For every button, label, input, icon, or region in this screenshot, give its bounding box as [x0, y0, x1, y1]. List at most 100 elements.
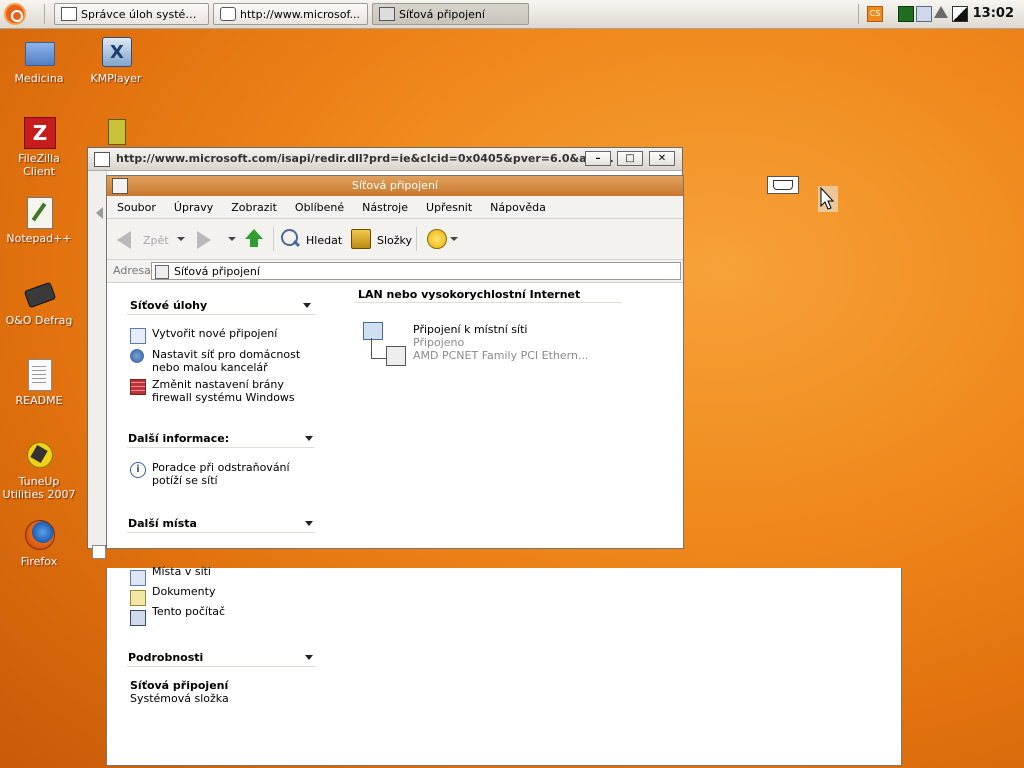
section-divider — [127, 314, 315, 315]
lan-connection-icon[interactable] — [361, 320, 407, 366]
toolbar-separator — [416, 227, 417, 251]
folders-button-label[interactable]: Složky — [377, 234, 412, 247]
page-icon — [92, 545, 106, 559]
menu-help[interactable]: Nápověda — [480, 201, 554, 214]
users-icon[interactable] — [916, 6, 932, 22]
menu-view[interactable]: Zobrazit — [221, 201, 285, 214]
section-divider — [127, 532, 315, 533]
window-icon — [61, 7, 77, 21]
search-button-label[interactable]: Hledat — [306, 234, 342, 247]
kmplayer-icon: X — [100, 36, 132, 68]
task-button-task-manager[interactable]: Správce úloh systém... — [54, 3, 209, 25]
firefox-icon — [23, 519, 55, 551]
desktop-icon-kmplayer[interactable]: X KMPlayer — [78, 36, 154, 85]
section-title-details[interactable]: Podrobnosti — [128, 651, 203, 664]
desktop-icon-oodefrag[interactable]: O&O Defrag — [1, 278, 77, 327]
menu-advanced[interactable]: Upřesnit — [416, 201, 480, 214]
up-folder-icon[interactable] — [245, 229, 263, 239]
link-my-computer[interactable]: Tento počítač — [152, 605, 225, 618]
toolbar: Zpět Hledat Složky — [107, 219, 683, 260]
network-status-icon[interactable] — [952, 6, 968, 22]
keyboard-layout-icon[interactable]: CS — [867, 6, 883, 22]
explorer-window-lower: Místa v síti Dokumenty Tento počítač Pod… — [106, 565, 902, 766]
back-button-label[interactable]: Zpět — [143, 234, 169, 247]
info-icon: i — [130, 462, 146, 478]
address-bar: Adresa Síťová připojení — [107, 260, 683, 283]
desktop-icon-tuneup[interactable]: TuneUp Utilities 2007 — [1, 439, 77, 501]
desktop-icon-filezilla[interactable]: Z FileZilla Client — [1, 116, 77, 178]
maximize-button[interactable]: □ — [617, 151, 643, 166]
folders-icon[interactable] — [351, 229, 371, 249]
section-divider — [127, 666, 315, 667]
address-input[interactable]: Síťová připojení — [151, 262, 681, 280]
section-title-more-info[interactable]: Další informace: — [128, 432, 229, 445]
close-button[interactable]: ✕ — [649, 151, 675, 166]
desktop-icon-readme[interactable]: README — [1, 358, 77, 407]
browser-icon — [220, 7, 236, 21]
documents-icon — [130, 590, 146, 606]
details-name: Síťová připojení — [130, 679, 229, 692]
ie-sidebar-edge — [88, 171, 107, 559]
menu-edit[interactable]: Úpravy — [164, 201, 221, 214]
forward-arrow-icon[interactable] — [197, 231, 211, 249]
address-label: Adresa — [113, 264, 151, 277]
notepad-icon — [23, 196, 55, 229]
forward-dropdown-icon[interactable] — [228, 237, 236, 241]
group-title-lan: LAN nebo vysokorychlostní Internet — [358, 288, 581, 301]
collapse-arrow-icon[interactable] — [305, 521, 313, 526]
link-documents[interactable]: Dokumenty — [152, 585, 215, 598]
panel-separator — [858, 4, 859, 24]
ie-window-title: http://www.microsoft.com/isapi/redir.dll… — [116, 152, 614, 165]
window-icon — [94, 152, 110, 167]
eject-icon[interactable] — [934, 6, 948, 18]
section-title-network-tasks[interactable]: Síťové úlohy — [130, 299, 207, 312]
connection-name[interactable]: Připojení k místní síti — [413, 323, 527, 336]
task-label: Síťová připojení — [399, 7, 485, 21]
section-title-other-places[interactable]: Další místa — [128, 517, 197, 530]
back-arrow-icon — [96, 207, 103, 219]
task-pane: Síťové úlohy Vytvořit nové připojení Nas… — [107, 283, 335, 547]
link-network-places[interactable]: Místa v síti — [152, 565, 211, 578]
collapse-arrow-icon[interactable] — [305, 436, 313, 441]
back-arrow-icon[interactable] — [117, 231, 131, 249]
connection-adapter: AMD PCNET Family PCI Ethern... — [413, 349, 589, 362]
explorer-window[interactable]: Síťová připojení Soubor Úpravy Zobrazit … — [106, 175, 684, 549]
filezilla-icon: Z — [23, 116, 56, 149]
menu-file[interactable]: Soubor — [107, 201, 164, 214]
link-firewall-settings[interactable]: Změnit nastavení brány firewall systému … — [152, 378, 317, 404]
task-button-network-connections[interactable]: Síťová připojení — [372, 3, 529, 25]
link-troubleshooter[interactable]: Poradce při odstraňování potíží se sítí — [152, 461, 317, 487]
details-type: Systémová složka — [130, 692, 229, 705]
network-folder-icon — [379, 7, 395, 21]
back-dropdown-icon[interactable] — [177, 237, 185, 241]
system-monitor-icon[interactable] — [898, 6, 914, 22]
defrag-icon — [23, 278, 57, 310]
minimize-button[interactable]: – — [585, 151, 611, 166]
floating-window-thumbnail[interactable] — [767, 176, 799, 194]
link-home-network[interactable]: Nastavit síť pro domácnost nebo malou ka… — [152, 348, 317, 374]
desktop-icon-unknown[interactable] — [104, 117, 130, 145]
tuneup-icon — [23, 439, 55, 471]
collapse-arrow-icon[interactable] — [303, 303, 311, 308]
explorer-titlebar[interactable]: Síťová připojení — [107, 176, 683, 197]
desktop-icon-notepadpp[interactable]: Notepad++ — [1, 196, 77, 245]
ie-titlebar[interactable]: http://www.microsoft.com/isapi/redir.dll… — [88, 148, 682, 171]
task-button-ie[interactable]: http://www.microsof... — [213, 3, 368, 25]
views-dropdown-icon[interactable] — [450, 237, 458, 241]
link-create-connection[interactable]: Vytvořit nové připojení — [152, 327, 322, 340]
ubuntu-menu-icon[interactable] — [4, 3, 26, 25]
menu-favorites[interactable]: Oblíbené — [285, 201, 352, 214]
group-divider — [356, 302, 622, 303]
task-label: Správce úloh systém... — [81, 7, 202, 21]
toolbar-separator — [273, 227, 274, 251]
utility-icon — [108, 119, 126, 145]
collapse-arrow-icon[interactable] — [305, 655, 313, 660]
address-value: Síťová připojení — [174, 265, 260, 278]
views-icon[interactable] — [427, 229, 447, 249]
task-label: http://www.microsof... — [240, 7, 361, 21]
menu-tools[interactable]: Nástroje — [352, 201, 416, 214]
new-connection-icon — [130, 328, 146, 344]
desktop-icon-medicina[interactable]: Medicina — [1, 36, 77, 85]
clock[interactable]: 13:02 — [973, 6, 1014, 21]
desktop-icon-firefox[interactable]: Firefox — [1, 519, 77, 568]
